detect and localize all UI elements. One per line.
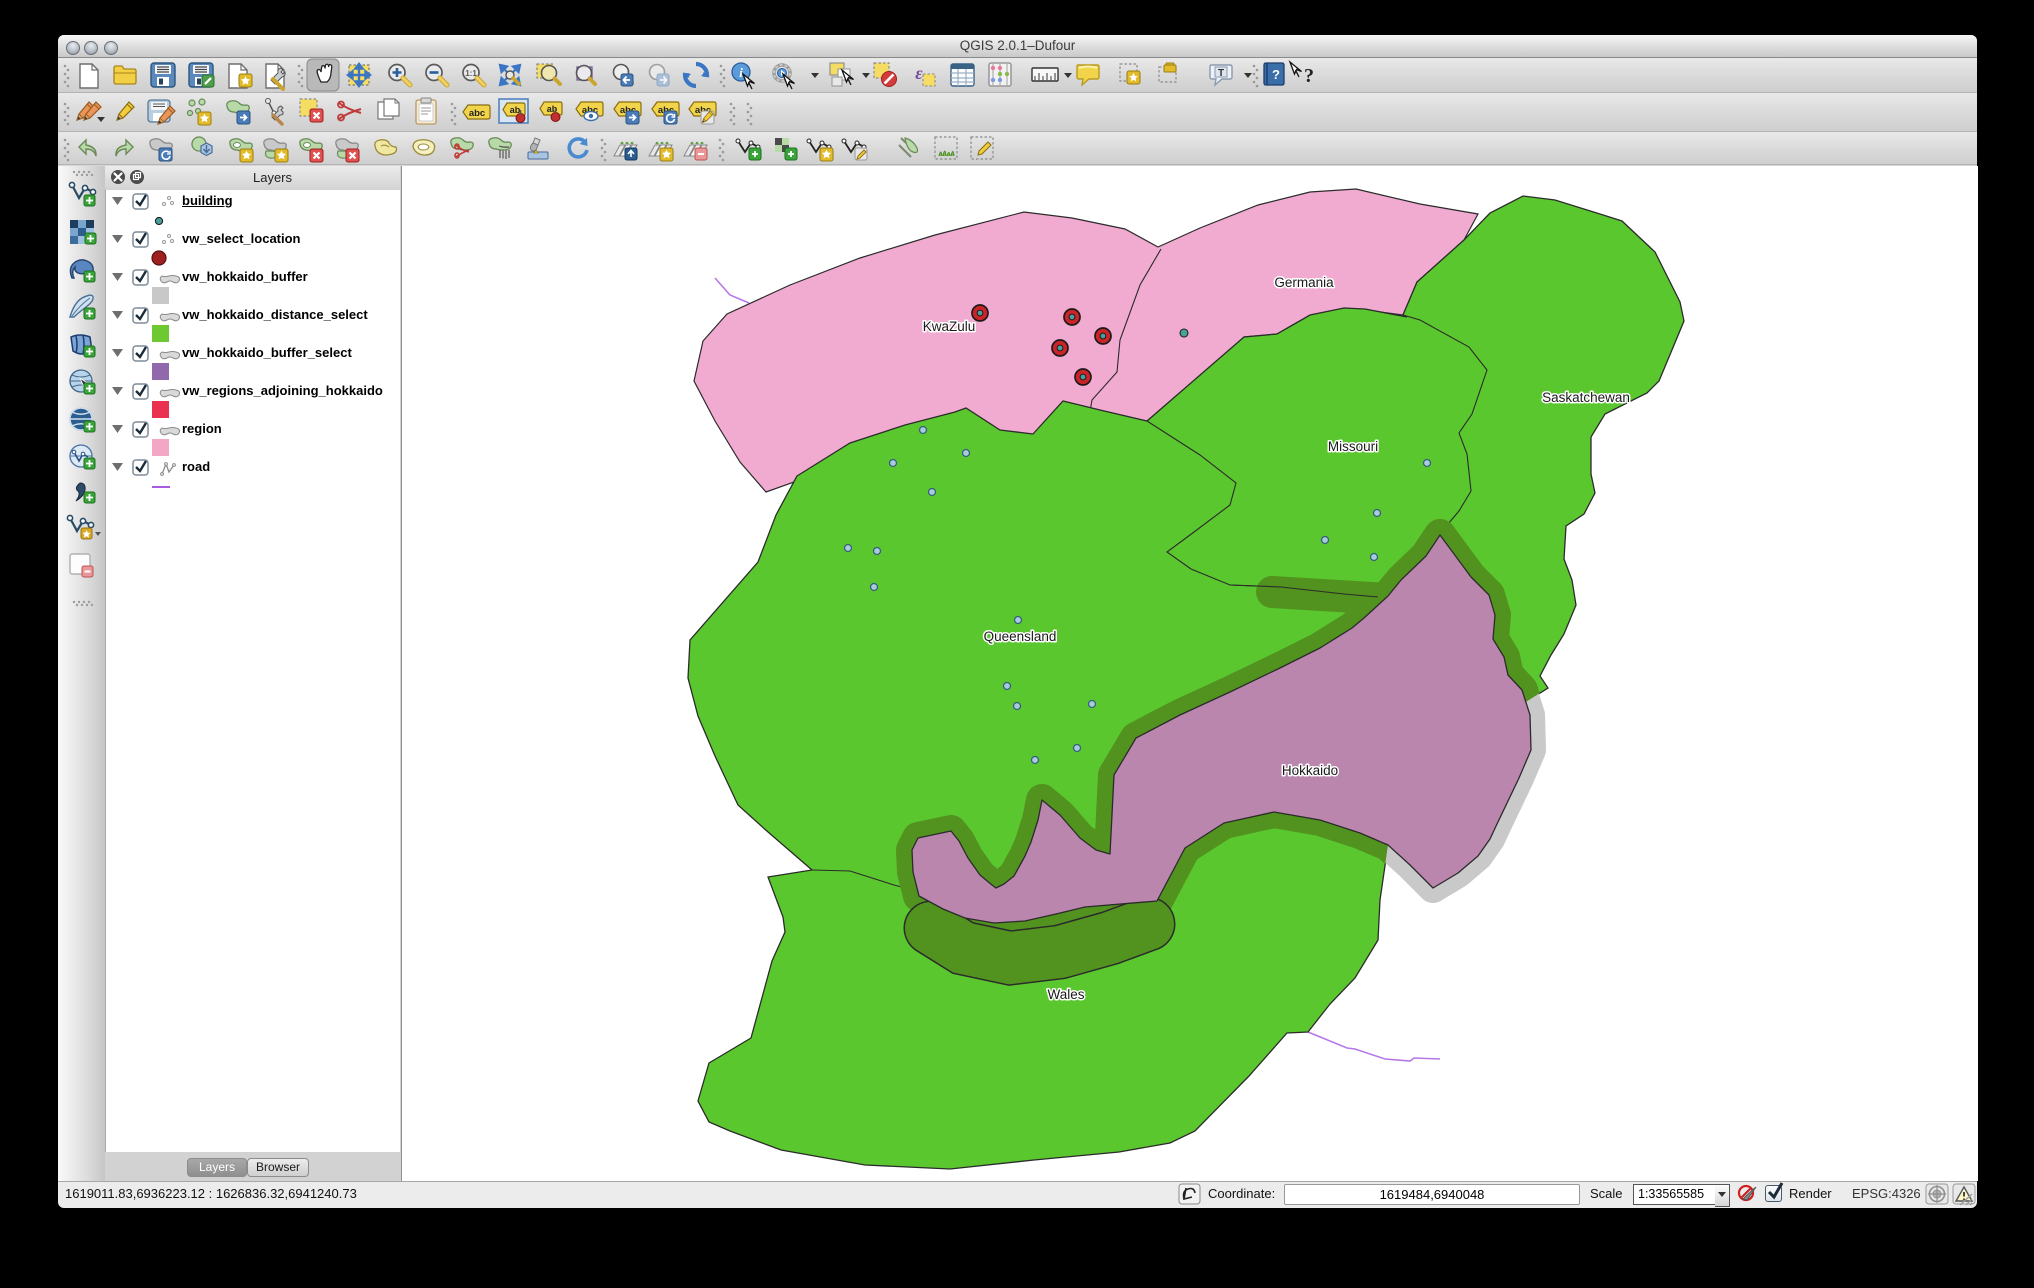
svg-text:ε: ε [915,63,923,83]
svg-text:Saskatchewan: Saskatchewan [1542,390,1630,405]
svg-text:Germania: Germania [1274,275,1334,290]
svg-text:?: ? [1304,65,1314,87]
svg-text:Wales: Wales [1047,987,1084,1002]
svg-text:Hokkaido: Hokkaido [1282,763,1338,778]
svg-text:?: ? [1272,67,1280,82]
svg-text:1:1: 1:1 [465,69,477,78]
svg-text:KwaZulu: KwaZulu [923,319,976,334]
svg-text:T: T [1218,68,1224,79]
svg-text:Missouri: Missouri [1328,439,1378,454]
svg-text:Queensland: Queensland [984,629,1057,644]
svg-text:i: i [739,65,743,80]
